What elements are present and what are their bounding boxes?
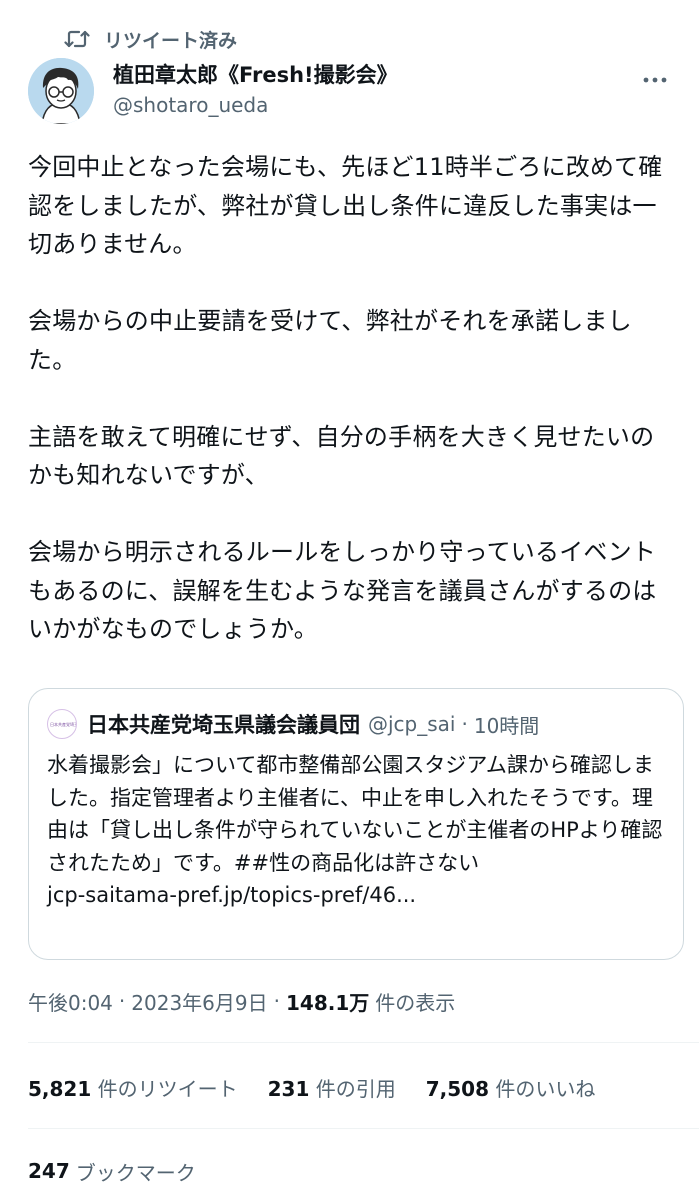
quoted-tweet-text: 水着撮影会」について都市整備部公園スタジアム課から確認しました。指定管理者より主… [47, 749, 667, 912]
quoted-tweet-card[interactable]: 日本共産党埼玉県議会議員団 日本共産党埼玉県議会議員団 @jcp_sai · 1… [28, 688, 684, 960]
tweet-paragraph: 主語を敢えて明確にせず、自分の手柄を大きく見せたいのかも知れないですが、 [28, 422, 655, 490]
quotes-count: 231 [267, 1076, 310, 1101]
retweets-label: 件のリツイート [97, 1076, 238, 1101]
divider [28, 1128, 699, 1129]
quoted-author-handle: @jcp_sai [368, 712, 456, 736]
tweet-time[interactable]: 午後0:04 [28, 987, 113, 1016]
tweet-paragraph: 会場から明示されるルールをしっかり守っているイベントもあるのに、誤解を生むような… [28, 538, 657, 643]
likes-label: 件のいいね [495, 1076, 596, 1101]
tweet-stats: 5,821 件のリツイート 231 件の引用 7,508 件のいいね [28, 1070, 625, 1104]
divider [28, 1042, 699, 1043]
quoted-tweet-link[interactable]: jcp-saitama-pref.jp/topics-pref/46... [47, 883, 416, 907]
quoted-author-name: 日本共産党埼玉県議会議員団 [87, 713, 360, 737]
tweet-paragraph: 今回中止となった会場にも、先ほど11時半ごろに改めて確認をしましたが、弊社が貸し… [28, 153, 663, 258]
author-handle[interactable]: @shotaro_ueda [113, 90, 398, 120]
quoted-separator: · [461, 712, 468, 736]
more-icon [643, 68, 667, 87]
tweet-date[interactable]: 2023年6月9日 [131, 987, 267, 1016]
quoted-tweet-header: 日本共産党埼玉県議会議員団 日本共産党埼玉県議会議員団 @jcp_sai · 1… [47, 707, 667, 741]
bookmarks-count: 247 [28, 1159, 70, 1183]
tweet-text: 今回中止となった会場にも、先ほど11時半ごろに改めて確認をしましたが、弊社が貸し… [28, 148, 678, 687]
retweet-icon [64, 28, 90, 50]
tweet-meta: 午後0:04 · 2023年6月9日 · 148.1万 件の表示 [28, 984, 455, 1018]
quoted-tweet-body: 水着撮影会」について都市整備部公園スタジアム課から確認しました。指定管理者より主… [47, 753, 663, 875]
retweets-count: 5,821 [28, 1076, 92, 1101]
quotes-stat[interactable]: 231 件の引用 [268, 1073, 396, 1102]
quoted-avatar: 日本共産党埼玉県議会議員団 [47, 709, 77, 739]
meta-separator: · [118, 989, 126, 1013]
views-count: 148.1万 [286, 990, 370, 1015]
author-names: 植田章太郎《Fresh!撮影会》 @shotaro_ueda [113, 60, 398, 120]
author-display-name[interactable]: 植田章太郎《Fresh!撮影会》 [113, 60, 398, 90]
avatar[interactable] [28, 58, 94, 124]
retweeted-indicator[interactable]: リツイート済み [64, 26, 237, 52]
more-options-button[interactable] [639, 66, 671, 88]
likes-count: 7,508 [425, 1076, 489, 1101]
quoted-timestamp: 10時間 [473, 713, 540, 738]
quotes-label: 件の引用 [315, 1076, 396, 1101]
retweeted-label: リツイート済み [104, 29, 238, 52]
bookmarks-label: ブックマーク [75, 1160, 196, 1185]
retweets-stat[interactable]: 5,821 件のリツイート [28, 1073, 238, 1102]
bookmarks-stat[interactable]: 247 ブックマーク [28, 1154, 196, 1188]
likes-stat[interactable]: 7,508 件のいいね [426, 1073, 596, 1102]
quoted-avatar-text: 日本共産党埼玉県議会議員団 [50, 721, 76, 727]
views-label: 件の表示 [375, 990, 456, 1015]
meta-separator: · [273, 989, 280, 1013]
tweet-header: 植田章太郎《Fresh!撮影会》 @shotaro_ueda [28, 58, 671, 126]
tweet-paragraph: 会場からの中止要請を受けて、弊社がそれを承諾しました。 [28, 307, 632, 374]
